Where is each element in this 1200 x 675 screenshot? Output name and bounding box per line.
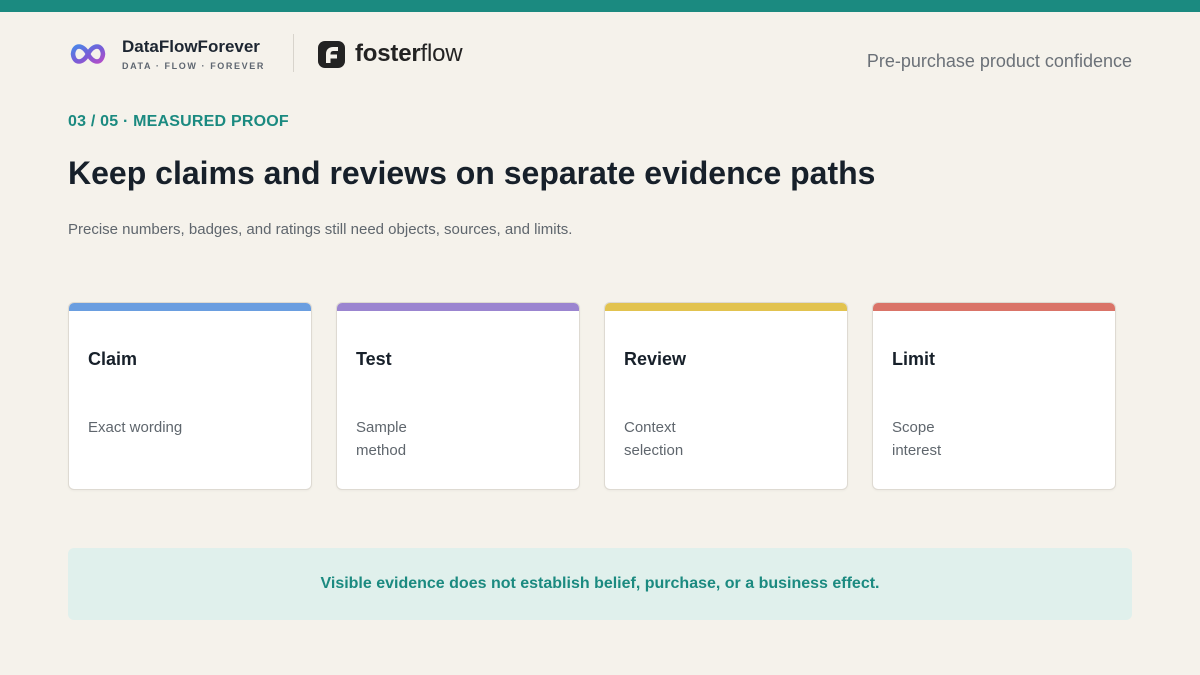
card-line: Context [624,419,676,436]
partner-name-light: flow [420,40,463,67]
card-body: Sample method [356,416,407,462]
section-eyebrow: 03 / 05 · MEASURED PROOF [68,113,289,130]
card-review: Review Context selection [604,302,848,490]
callout-text: Visible evidence does not establish beli… [320,575,880,592]
top-accent-bar [0,0,1200,12]
partner-logo: fosterflow [318,38,463,70]
card-line: Exact wording [88,419,183,436]
card-test: Test Sample method [336,302,580,490]
card-line: method [356,442,407,459]
page-subtitle: Precise numbers, badges, and ratings sti… [68,221,573,238]
card-title: Test [356,349,392,369]
brand: DataFlowForever DATA · FLOW · FOREVER [68,34,265,74]
partner-name-bold: foster [355,40,421,67]
card-line: Sample [356,419,407,436]
header: DataFlowForever DATA · FLOW · FOREVER fo… [68,34,1132,74]
infinity-logo-icon [70,44,106,64]
card-line: Scope [892,419,935,436]
header-divider [293,34,294,72]
callout-banner: Visible evidence does not establish beli… [68,548,1132,620]
page-title: Keep claims and reviews on separate evid… [68,155,876,191]
card-body: Scope interest [892,416,941,462]
evidence-cards: Claim Exact wording Test Sample method R… [68,302,1116,490]
card-line: selection [624,442,684,459]
brand-name: DataFlowForever [122,36,260,56]
card-title: Limit [892,349,935,369]
card-accent-bar [69,303,311,311]
card-claim: Claim Exact wording [68,302,312,490]
header-context-label: Pre-purchase product confidence [866,51,1132,71]
card-accent-bar [873,303,1115,311]
card-line: interest [892,442,942,459]
card-title: Claim [88,349,138,369]
brand-tagline: DATA · FLOW · FOREVER [122,60,265,71]
card-accent-bar [605,303,847,311]
card-limit: Limit Scope interest [872,302,1116,490]
fosterflow-logo-icon [318,40,345,68]
partner-name: fosterflow [355,40,463,68]
card-accent-bar [337,303,579,311]
card-title: Review [624,349,687,369]
card-body: Context selection [624,416,683,462]
card-body: Exact wording [88,416,182,439]
